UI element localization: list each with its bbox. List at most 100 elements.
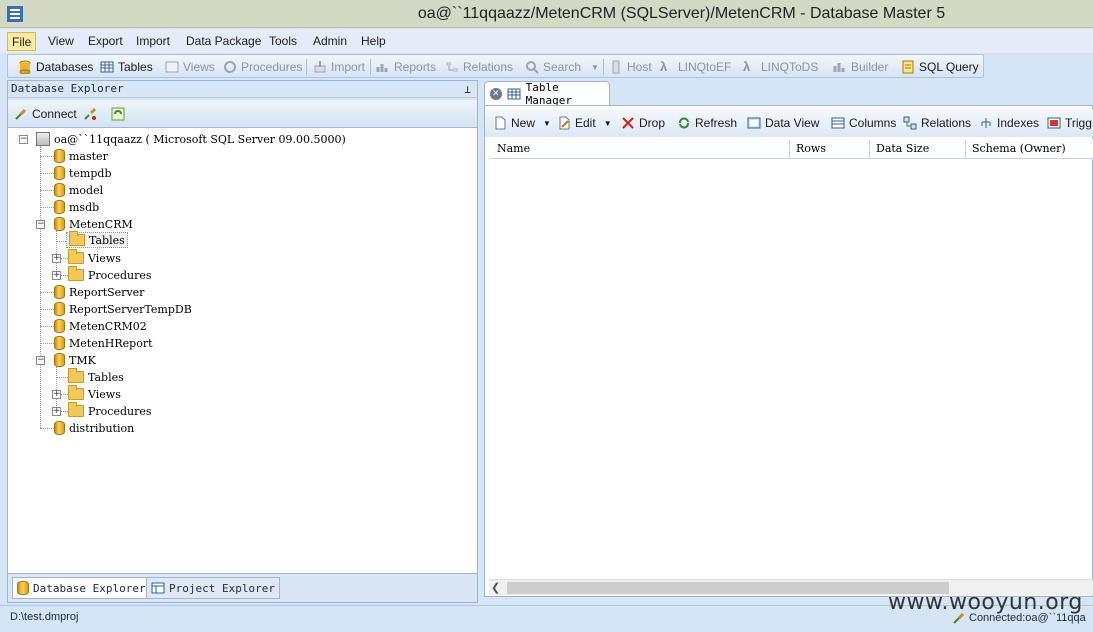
tree-folder-views[interactable]: Views — [68, 385, 121, 402]
column-header-schema[interactable]: Schema (Owner) — [972, 142, 1066, 155]
tree-db-reportservertempdb[interactable]: ReportServerTempDB — [54, 301, 192, 317]
triggers-button[interactable]: Trigg — [1047, 114, 1092, 132]
scroll-left-icon[interactable]: ❮ — [491, 581, 500, 594]
column-divider[interactable] — [869, 140, 870, 158]
toolbar-host-label: Host — [627, 60, 652, 74]
indexes-button[interactable]: Indexes — [979, 114, 1039, 132]
menu-admin[interactable]: Admin — [309, 32, 351, 51]
data-view-button[interactable]: Data View — [747, 114, 819, 132]
tab-table-manager[interactable]: ✕ Table Manager — [484, 81, 610, 107]
collapse-toggle[interactable]: − — [36, 356, 45, 365]
scrollbar-thumb[interactable] — [507, 582, 949, 594]
toolbar-import-button[interactable]: Import — [313, 58, 365, 76]
refresh-button[interactable]: Refresh — [677, 114, 737, 132]
menu-tools[interactable]: Tools — [265, 32, 301, 51]
close-icon[interactable]: ✕ — [490, 87, 502, 100]
column-header-name[interactable]: Name — [497, 142, 530, 155]
tree-line — [40, 428, 54, 429]
tab-project-explorer[interactable]: Project Explorer — [146, 577, 280, 599]
tree-db-metencrm[interactable]: MetenCRM — [54, 216, 133, 232]
columns-icon — [831, 116, 845, 130]
menu-export[interactable]: Export — [84, 32, 127, 51]
expand-toggle[interactable]: + — [52, 271, 61, 280]
tree-db-metenhreport[interactable]: MetenHReport — [54, 335, 153, 351]
tree-folder-procedures[interactable]: Procedures — [68, 402, 152, 419]
menu-view[interactable]: View — [44, 32, 78, 51]
toolbar-tables-button[interactable]: Tables — [100, 58, 153, 76]
expand-toggle[interactable]: + — [52, 254, 61, 263]
toolbar-relations-button[interactable]: Relations — [445, 58, 513, 76]
column-divider[interactable] — [965, 140, 966, 158]
new-button[interactable]: New ▼ — [493, 114, 551, 132]
toolbar-databases-button[interactable]: Databases — [18, 58, 93, 76]
tree-db-reportserver[interactable]: ReportServer — [54, 284, 144, 300]
menu-data-package[interactable]: Data Package — [182, 32, 265, 51]
tree-line — [40, 343, 54, 344]
tree-folder-tables[interactable]: Tables — [68, 368, 124, 385]
edit-button[interactable]: Edit ▼ — [557, 114, 612, 132]
connect-button[interactable]: Connect — [14, 105, 77, 123]
tree-server-node[interactable]: oa@``11qqaazz ( Microsoft SQL Server 09.… — [36, 131, 346, 147]
pin-icon[interactable]: ⊥ — [464, 83, 471, 96]
tab-label: Project Explorer — [169, 581, 275, 595]
tree-db-model[interactable]: model — [54, 182, 103, 198]
toolbar-host-button[interactable]: Host — [609, 58, 652, 76]
tree-line — [40, 309, 54, 310]
tree-db-distribution[interactable]: distribution — [54, 420, 134, 436]
collapse-toggle[interactable]: − — [36, 220, 45, 229]
toolbar-views-button[interactable]: Views — [165, 58, 215, 76]
collapse-toggle[interactable]: − — [19, 135, 28, 144]
relations-button[interactable]: Relations — [903, 114, 971, 132]
database-icon — [54, 302, 65, 316]
new-label: New — [511, 116, 536, 130]
menu-help[interactable]: Help — [357, 32, 390, 51]
data-view-label: Data View — [765, 116, 820, 130]
toolbar-linqtoef-button[interactable]: λ LINQtoEF — [660, 58, 731, 76]
tree-folder-procedures[interactable]: Procedures — [68, 266, 152, 283]
database-icon — [54, 353, 65, 367]
refresh-explorer-button[interactable] — [111, 105, 125, 123]
tree-folder-tables[interactable]: Tables — [66, 231, 128, 248]
expand-toggle[interactable]: + — [52, 407, 61, 416]
toolbar-separator — [306, 59, 307, 75]
toolbar-tables-label: Tables — [118, 60, 153, 74]
indexes-icon — [979, 116, 993, 130]
column-header-data-size[interactable]: Data Size — [876, 142, 929, 155]
refresh-icon — [111, 107, 125, 121]
database-icon — [54, 336, 65, 350]
tab-database-explorer[interactable]: Database Explorer — [12, 577, 151, 599]
toolbar-linqtods-button[interactable]: λ LINQToDS — [743, 58, 818, 76]
column-divider[interactable] — [789, 140, 790, 158]
toolbar-builder-button[interactable]: Builder — [833, 58, 888, 76]
drop-button[interactable]: Drop — [621, 114, 665, 132]
search-icon — [525, 60, 539, 74]
folder-label: Procedures — [88, 268, 152, 282]
toolbar-reports-button[interactable]: Reports — [376, 58, 436, 76]
tree-db-master[interactable]: master — [54, 148, 108, 164]
tree-db-msdb[interactable]: msdb — [54, 199, 99, 215]
folder-icon — [68, 249, 84, 264]
column-header-rows[interactable]: Rows — [796, 142, 826, 155]
tree-folder-views[interactable]: Views — [68, 249, 121, 266]
menu-bar: File View Export Import Data Package Too… — [0, 29, 1093, 53]
folder-label: Tables — [89, 233, 125, 247]
toolbar-sql-query-button[interactable]: SQL Query — [901, 58, 979, 76]
expand-toggle[interactable]: + — [52, 390, 61, 399]
toolbar-procedures-button[interactable]: Procedures — [223, 58, 302, 76]
lambda-icon: λ — [743, 59, 751, 74]
tree-db-tmk[interactable]: TMK — [54, 352, 96, 368]
columns-button[interactable]: Columns — [831, 114, 896, 132]
menu-import[interactable]: Import — [132, 32, 174, 51]
menu-file[interactable]: File — [7, 32, 37, 51]
tree-db-tempdb[interactable]: tempdb — [54, 165, 112, 181]
db-label: MetenCRM — [69, 217, 133, 231]
reports-icon — [376, 60, 390, 74]
tree-db-metencrm02[interactable]: MetenCRM02 — [54, 318, 147, 334]
db-label: ReportServerTempDB — [69, 302, 192, 316]
toolbar-search-button[interactable]: Search ▼ — [525, 58, 599, 76]
disconnect-button[interactable] — [83, 105, 97, 123]
document-tabstrip: ✕ Table Manager — [484, 80, 1093, 107]
import-icon — [313, 60, 327, 74]
folder-icon — [68, 266, 84, 281]
db-label: model — [69, 183, 104, 197]
